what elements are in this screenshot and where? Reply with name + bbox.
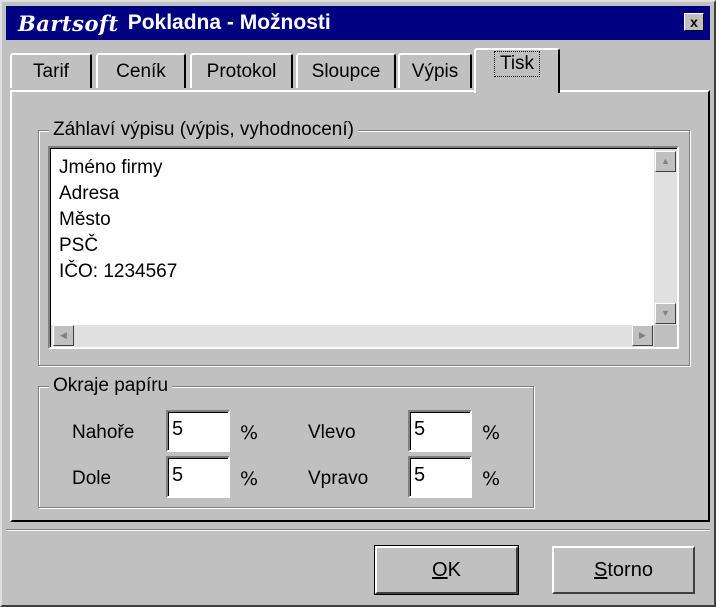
tab-label: Tisk — [493, 51, 541, 77]
ok-button[interactable]: OK — [374, 545, 519, 595]
bottom-margin-label: Dole — [72, 468, 112, 489]
header-line: PSČ — [59, 235, 99, 256]
top-margin-unit: % — [240, 422, 259, 444]
tab-cenik[interactable]: Ceník — [96, 53, 186, 88]
header-line: Jméno firmy — [59, 157, 163, 178]
cancel-button[interactable]: Storno — [552, 546, 695, 594]
tab-protokol[interactable]: Protokol — [190, 53, 293, 88]
tab-tisk[interactable]: Tisk — [474, 48, 560, 93]
scroll-up-button[interactable]: ▲ — [655, 151, 676, 172]
options-dialog: Bartsoft Pokladna - Možnosti x Tarif Cen… — [0, 0, 716, 607]
left-margin-label: Vlevo — [308, 422, 356, 443]
tab-vypis[interactable]: Výpis — [398, 53, 472, 88]
tab-strip: Tarif Ceník Protokol Sloupce Výpis Tisk — [10, 48, 710, 93]
tab-label: Ceník — [116, 60, 166, 82]
horizontal-scrollbar[interactable]: ◀ ▶ — [51, 325, 654, 347]
left-margin-unit: % — [482, 422, 501, 444]
arrow-left-icon: ◀ — [60, 330, 67, 340]
header-group-legend: Záhlaví výpisu (výpis, vyhodnocení) — [49, 118, 358, 142]
window-title: Pokladna - Možnosti — [127, 11, 331, 34]
left-margin-input[interactable]: 5 — [408, 410, 472, 452]
header-line: Adresa — [59, 183, 120, 204]
right-margin-unit: % — [482, 468, 501, 490]
scroll-right-button[interactable]: ▶ — [632, 325, 653, 346]
header-text-content: Jméno firmy Adresa Město PSČ IČO: 123456… — [59, 155, 177, 285]
button-area-divider — [6, 529, 710, 531]
top-margin-input[interactable]: 5 — [166, 410, 230, 452]
bottom-margin-input[interactable]: 5 — [166, 456, 230, 498]
header-line: IČO: 1234567 — [59, 261, 178, 282]
header-textarea[interactable]: Jméno firmy Adresa Město PSČ IČO: 123456… — [48, 146, 679, 349]
brand-logo: Bartsoft — [18, 10, 119, 36]
margins-group-legend: Okraje papíru — [49, 374, 173, 398]
tab-label: Výpis — [411, 60, 459, 82]
close-button[interactable]: x — [684, 13, 704, 31]
top-margin-label: Nahoře — [72, 422, 135, 443]
close-icon: x — [690, 14, 698, 30]
tab-label: Tarif — [33, 60, 69, 82]
tab-label: Sloupce — [311, 60, 381, 82]
tab-label: Protokol — [206, 60, 277, 82]
right-margin-input[interactable]: 5 — [408, 456, 472, 498]
right-margin-label: Vpravo — [308, 468, 369, 489]
arrow-up-icon: ▲ — [661, 156, 670, 166]
title-bar[interactable]: Bartsoft Pokladna - Možnosti x — [6, 6, 710, 40]
header-line: Město — [59, 209, 111, 230]
arrow-down-icon: ▼ — [661, 308, 670, 318]
scroll-left-button[interactable]: ◀ — [53, 325, 74, 346]
vertical-scrollbar[interactable]: ▲ ▼ — [654, 149, 677, 325]
tab-tarif[interactable]: Tarif — [10, 53, 92, 88]
ok-button-label: OK — [432, 558, 461, 581]
arrow-right-icon: ▶ — [639, 330, 646, 340]
cancel-button-label: Storno — [594, 558, 653, 581]
scroll-down-button[interactable]: ▼ — [655, 303, 676, 324]
bottom-margin-unit: % — [240, 468, 259, 490]
scroll-corner — [654, 325, 677, 347]
tab-sloupce[interactable]: Sloupce — [296, 53, 396, 88]
